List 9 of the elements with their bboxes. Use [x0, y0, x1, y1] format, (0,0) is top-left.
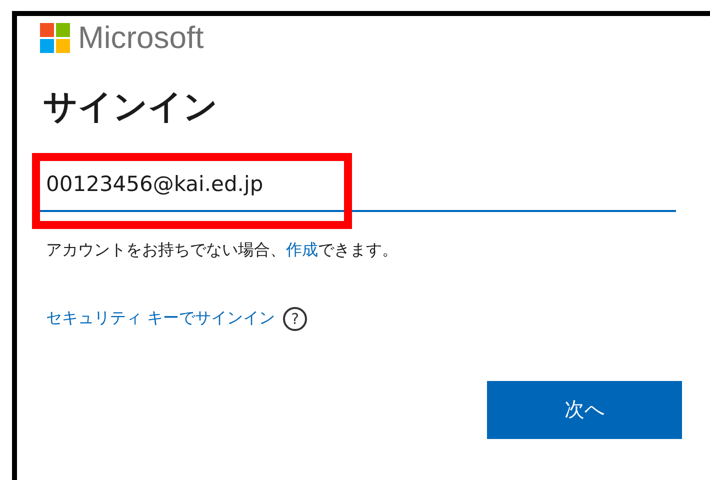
page-title: サインイン [43, 87, 219, 128]
create-link[interactable]: 作成 [286, 240, 318, 259]
help-icon[interactable]: ? [283, 306, 308, 331]
next-button[interactable]: 次へ [487, 380, 682, 439]
email-field[interactable]: 00123456@kai.ed.jp [40, 162, 676, 212]
signup-text: アカウントをお持ちでない場合、作成できます。 [46, 240, 399, 261]
windows-squares-icon [40, 22, 70, 52]
security-key-link[interactable]: セキュリティ キーでサインイン [46, 308, 276, 330]
logo-text: Microsoft [78, 22, 204, 53]
